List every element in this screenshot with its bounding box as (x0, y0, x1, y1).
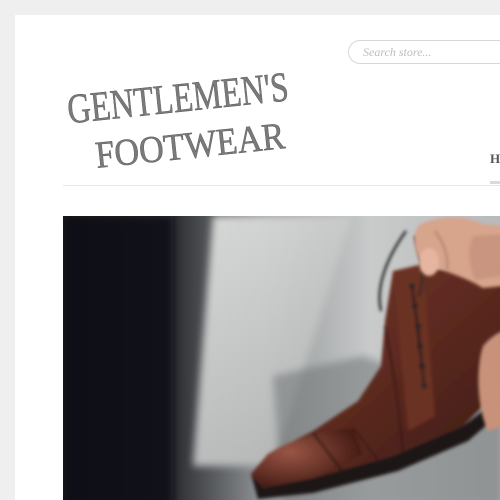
nav-item-home[interactable]: H (490, 151, 500, 167)
search-input[interactable] (348, 40, 500, 64)
header-divider (63, 185, 500, 186)
hero-image[interactable] (63, 216, 500, 500)
nav-active-indicator (490, 181, 500, 184)
hero-dark-left (63, 216, 173, 500)
page-container: GENTLEMEN'S FOOTWEAR H (15, 15, 500, 500)
store-logo[interactable]: GENTLEMEN'S FOOTWEAR (65, 40, 295, 180)
